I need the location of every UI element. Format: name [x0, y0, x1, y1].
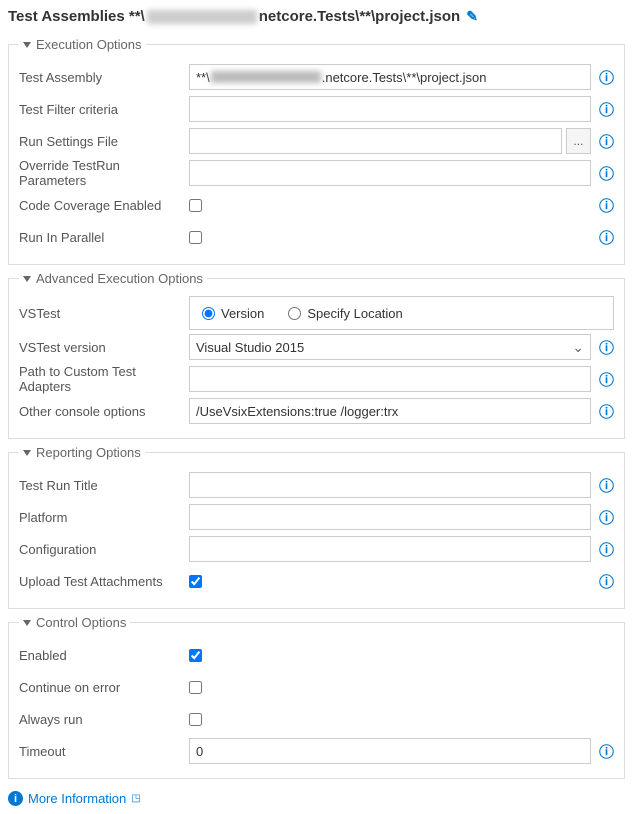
info-icon[interactable] [599, 507, 614, 528]
pencil-icon[interactable]: ✎ [466, 8, 478, 25]
section-control: Control Options Enabled Continue on erro… [8, 615, 625, 779]
info-icon[interactable] [599, 227, 614, 248]
title-redacted [147, 10, 257, 24]
vstest-version-select[interactable]: Visual Studio 2015 ⌄ [189, 334, 591, 360]
test-assembly-input[interactable]: **\ .netcore.Tests\**\project.json [189, 64, 591, 90]
label-vstest-version: VSTest version [19, 340, 189, 355]
title-prefix: Test Assemblies **\ [8, 8, 145, 25]
section-title: Reporting Options [36, 445, 141, 460]
info-icon[interactable] [599, 99, 614, 120]
configuration-input[interactable] [189, 536, 591, 562]
radio-version-input[interactable] [202, 307, 215, 320]
label-other-console: Other console options [19, 404, 189, 419]
label-configuration: Configuration [19, 542, 189, 557]
section-header-advanced[interactable]: Advanced Execution Options [19, 271, 207, 286]
info-icon[interactable] [599, 337, 614, 358]
browse-button[interactable]: ... [566, 128, 591, 154]
path-adapters-input[interactable] [189, 366, 591, 392]
info-icon[interactable] [599, 741, 614, 762]
test-run-title-input[interactable] [189, 472, 591, 498]
info-icon[interactable] [599, 163, 614, 184]
more-info-label: More Information [28, 791, 126, 806]
section-execution-options: Execution Options Test Assembly **\ .net… [8, 37, 625, 265]
label-path-adapters: Path to Custom Test Adapters [19, 364, 189, 394]
section-reporting: Reporting Options Test Run Title Platfor… [8, 445, 625, 609]
section-header-execution[interactable]: Execution Options [19, 37, 146, 52]
info-icon[interactable] [599, 369, 614, 390]
page-title: Test Assemblies **\ netcore.Tests\**\pro… [8, 8, 625, 25]
label-test-run-title: Test Run Title [19, 478, 189, 493]
timeout-input[interactable] [189, 738, 591, 764]
info-icon[interactable] [599, 539, 614, 560]
other-console-input[interactable] [189, 398, 591, 424]
label-vstest: VSTest [19, 306, 189, 321]
chevron-down-icon: ⌄ [572, 339, 584, 356]
label-test-assembly: Test Assembly [19, 70, 189, 85]
continue-error-checkbox[interactable] [189, 681, 202, 694]
label-enabled: Enabled [19, 648, 189, 663]
info-icon[interactable] [599, 195, 614, 216]
chevron-down-icon [23, 276, 31, 282]
run-settings-input[interactable] [189, 128, 562, 154]
section-header-reporting[interactable]: Reporting Options [19, 445, 145, 460]
vstest-version-value: Visual Studio 2015 [196, 340, 304, 355]
label-always-run: Always run [19, 712, 189, 727]
more-information-link[interactable]: i More Information ◳ [8, 791, 625, 806]
vstest-radio-group: Version Specify Location [189, 296, 614, 330]
enabled-checkbox[interactable] [189, 649, 202, 662]
run-parallel-checkbox[interactable] [189, 231, 202, 244]
radio-version[interactable]: Version [202, 306, 264, 321]
info-icon[interactable] [599, 401, 614, 422]
radio-version-label: Version [221, 306, 264, 321]
label-code-coverage: Code Coverage Enabled [19, 198, 189, 213]
label-timeout: Timeout [19, 744, 189, 759]
test-filter-input[interactable] [189, 96, 591, 122]
code-coverage-checkbox[interactable] [189, 199, 202, 212]
radio-specify[interactable]: Specify Location [288, 306, 402, 321]
external-link-icon: ◳ [131, 793, 140, 804]
radio-specify-label: Specify Location [307, 306, 402, 321]
label-platform: Platform [19, 510, 189, 525]
override-params-input[interactable] [189, 160, 591, 186]
section-title: Execution Options [36, 37, 142, 52]
label-continue-err: Continue on error [19, 680, 189, 695]
section-title: Advanced Execution Options [36, 271, 203, 286]
label-override-params: Override TestRun Parameters [19, 158, 189, 188]
upload-attach-checkbox[interactable] [189, 575, 202, 588]
title-suffix: netcore.Tests\**\project.json [259, 8, 460, 25]
section-advanced-execution: Advanced Execution Options VSTest Versio… [8, 271, 625, 439]
label-run-settings: Run Settings File [19, 134, 189, 149]
chevron-down-icon [23, 620, 31, 626]
label-test-filter: Test Filter criteria [19, 102, 189, 117]
chevron-down-icon [23, 42, 31, 48]
test-assembly-value-suffix: .netcore.Tests\**\project.json [322, 70, 487, 85]
test-assembly-redacted [211, 71, 321, 83]
label-upload-attach: Upload Test Attachments [19, 574, 189, 589]
section-header-control[interactable]: Control Options [19, 615, 130, 630]
radio-specify-input[interactable] [288, 307, 301, 320]
always-run-checkbox[interactable] [189, 713, 202, 726]
section-title: Control Options [36, 615, 126, 630]
info-solid-icon: i [8, 791, 23, 806]
info-icon[interactable] [599, 475, 614, 496]
label-run-parallel: Run In Parallel [19, 230, 189, 245]
info-icon[interactable] [599, 571, 614, 592]
test-assembly-value-prefix: **\ [196, 70, 210, 85]
info-icon[interactable] [599, 67, 614, 88]
info-icon[interactable] [599, 131, 614, 152]
platform-input[interactable] [189, 504, 591, 530]
chevron-down-icon [23, 450, 31, 456]
